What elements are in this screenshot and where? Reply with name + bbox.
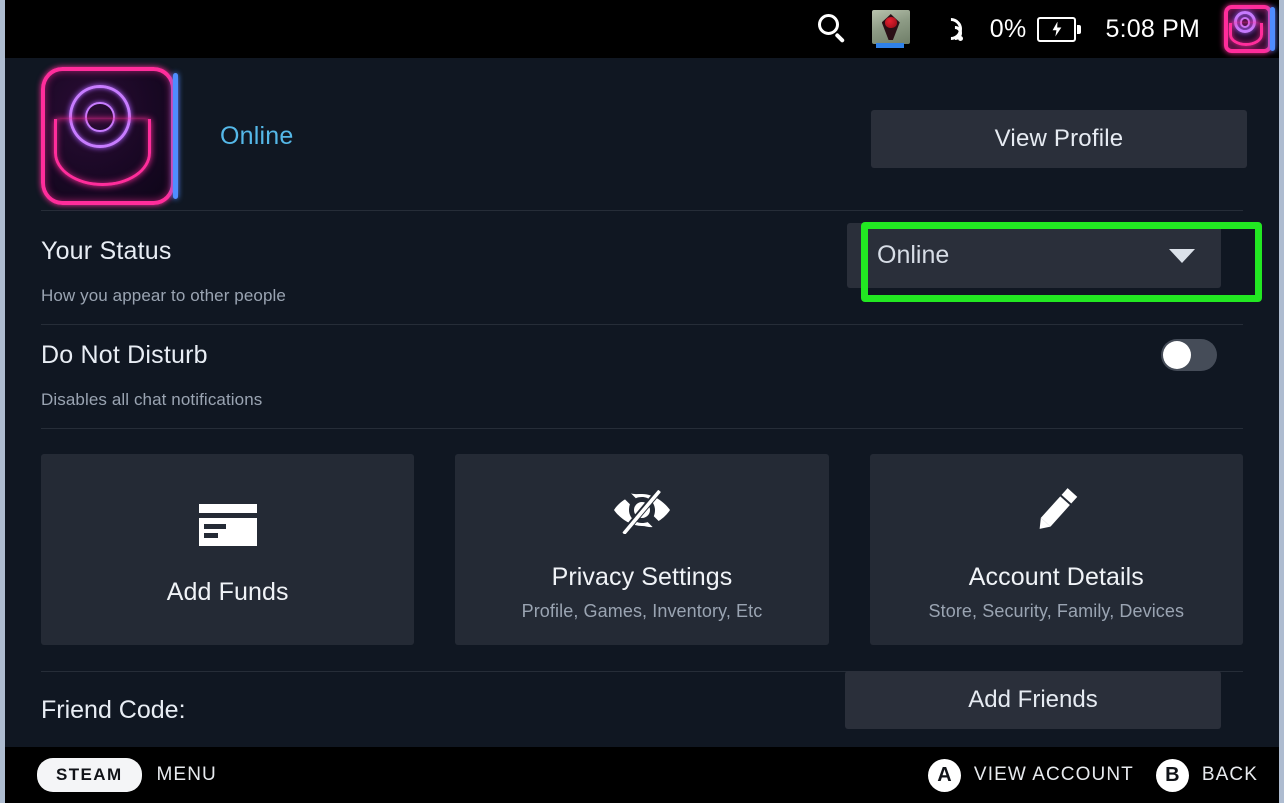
wifi-signal-icon[interactable] [934, 13, 967, 45]
system-status-bar: 0% 5:08 PM [0, 0, 1284, 58]
do-not-disturb-subtitle: Disables all chat notifications [41, 390, 263, 409]
status-dropdown[interactable]: Online [847, 223, 1221, 288]
your-status-subtitle: How you appear to other people [41, 286, 286, 305]
eye-off-icon [612, 477, 672, 543]
your-status-row: Your Status How you appear to other peop… [36, 211, 1248, 324]
battery-percent-label: 0% [989, 14, 1027, 43]
action-view-account[interactable]: A VIEW ACCOUNT [927, 758, 1134, 792]
account-content-area: Online View Profile Your Status How you … [5, 58, 1279, 747]
quick-action-cards: Add Funds Privacy Settings Profile, Game… [36, 429, 1248, 645]
action-back[interactable]: B BACK [1155, 758, 1258, 792]
credit-card-icon [198, 492, 257, 558]
view-profile-button[interactable]: View Profile [871, 110, 1247, 168]
chevron-down-icon [1169, 248, 1195, 263]
search-icon[interactable] [817, 14, 848, 44]
menu-label[interactable]: MENU [157, 764, 217, 786]
avatar[interactable] [41, 67, 178, 205]
pencil-icon [1031, 477, 1081, 543]
add-funds-card[interactable]: Add Funds [41, 454, 415, 645]
privacy-settings-card[interactable]: Privacy Settings Profile, Games, Invento… [455, 454, 829, 645]
do-not-disturb-row: Do Not Disturb Disables all chat notific… [36, 325, 1248, 428]
window-edge-left [0, 0, 5, 803]
account-details-sublabel: Store, Security, Family, Devices [928, 601, 1185, 621]
privacy-settings-sublabel: Profile, Games, Inventory, Etc [521, 601, 763, 621]
status-dropdown-value: Online [877, 241, 950, 269]
add-friends-button[interactable]: Add Friends [845, 671, 1221, 729]
view-account-label: VIEW ACCOUNT [973, 764, 1134, 785]
battery-charging-icon [1037, 16, 1082, 42]
window-edge-right [1279, 0, 1284, 803]
clock-label: 5:08 PM [1105, 14, 1200, 43]
add-funds-label: Add Funds [166, 578, 289, 606]
b-button-icon: B [1155, 758, 1189, 792]
a-button-icon: A [927, 758, 961, 792]
toggle-knob [1163, 341, 1191, 369]
app-icon[interactable] [871, 10, 910, 48]
profile-online-status-label: Online [220, 121, 294, 150]
friend-code-row: Friend Code: Add Friends [36, 671, 1248, 729]
battery-status: 0% [990, 15, 1082, 44]
account-details-card[interactable]: Account Details Store, Security, Family,… [869, 454, 1243, 645]
account-details-label: Account Details [968, 563, 1144, 591]
do-not-disturb-toggle[interactable] [1161, 339, 1217, 371]
back-label: BACK [1201, 764, 1258, 785]
steam-deck-account-screen: 0% 5:08 PM Online View Profile Your Stat… [0, 0, 1284, 803]
statusbar-avatar-icon[interactable] [1224, 5, 1275, 53]
do-not-disturb-title: Do Not Disturb [41, 341, 208, 369]
steam-button[interactable]: STEAM [37, 758, 142, 792]
privacy-settings-label: Privacy Settings [551, 563, 733, 591]
footer-action-bar: STEAM MENU A VIEW ACCOUNT B BACK [0, 747, 1284, 803]
